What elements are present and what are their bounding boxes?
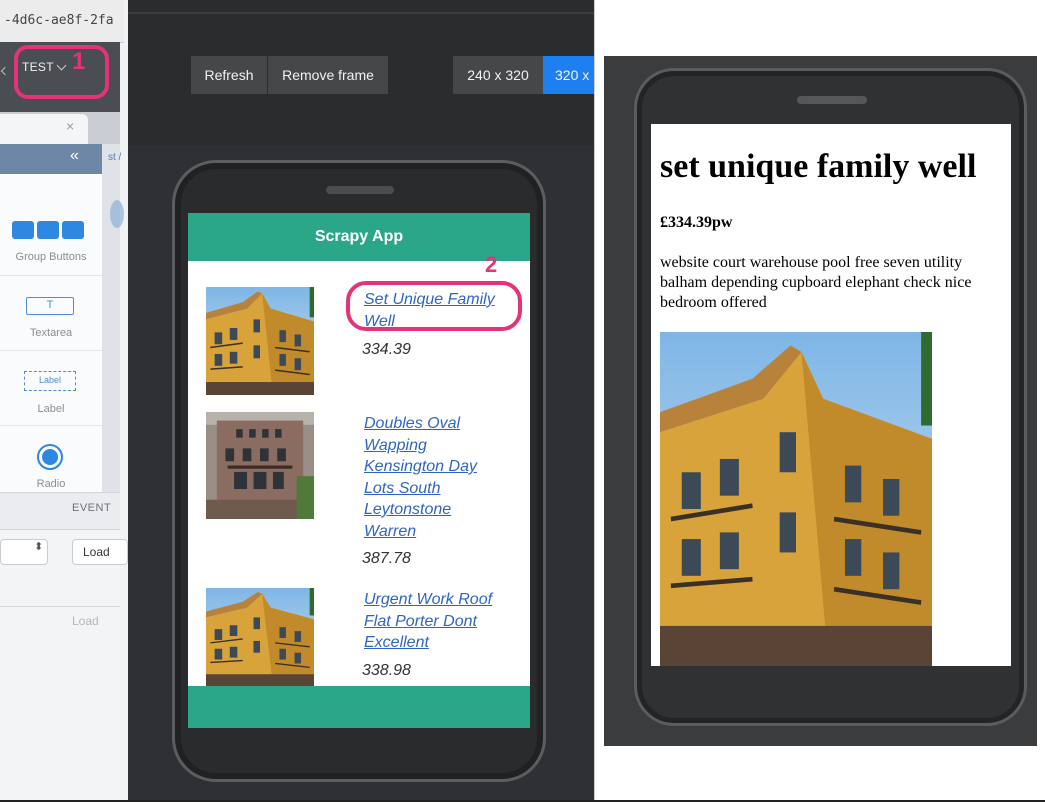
toolbar-divider — [128, 12, 594, 14]
listing-link[interactable]: Doubles Oval Wapping Kensington Day Lots… — [364, 413, 504, 542]
divider — [0, 606, 120, 607]
refresh-button[interactable]: Refresh — [191, 56, 267, 94]
palette-item-label: Group Buttons — [15, 251, 87, 263]
listing-price: 338.98 — [362, 662, 411, 679]
app-footer — [188, 686, 530, 728]
callout-highlight-1 — [14, 45, 109, 99]
listing-thumbnail[interactable] — [206, 412, 314, 519]
divider — [594, 0, 595, 802]
textarea-icon[interactable]: T — [26, 297, 74, 315]
phone-speaker — [797, 96, 867, 104]
size-240-button[interactable]: 240 x 320 — [453, 56, 543, 94]
radio-icon[interactable] — [37, 444, 63, 470]
events-header-label: EVENT — [72, 502, 112, 514]
canvas-breadcrumb: st / — [108, 152, 122, 163]
group-buttons-icon[interactable] — [12, 221, 84, 239]
detail-title: set unique family well — [660, 148, 977, 185]
close-icon[interactable]: × — [66, 118, 74, 134]
listing-price: 387.78 — [362, 550, 411, 567]
palette-item-label: Label — [37, 403, 65, 415]
app-id-text: -4d6c-ae8f-2fa — [0, 0, 124, 43]
collapse-icon[interactable]: « — [70, 147, 79, 165]
detail-description: website court warehouse pool free seven … — [660, 254, 972, 311]
designer-canvas-edge — [102, 144, 120, 492]
app-header: Scrapy App — [188, 213, 530, 261]
callout-number-1: 1 — [72, 48, 86, 75]
detail-photo — [660, 332, 932, 666]
event-disabled-value: Load — [72, 614, 99, 628]
listing-thumbnail[interactable] — [206, 588, 314, 686]
divider — [0, 425, 102, 426]
event-type-select[interactable]: Load — [72, 539, 128, 565]
listing-link[interactable]: Urgent Work Roof Flat Porter Dont Excell… — [364, 589, 514, 654]
detail-price: £334.39pw — [660, 214, 733, 231]
select-arrows-icon: ⬍ — [34, 541, 44, 553]
listing-price: 334.39 — [362, 341, 411, 358]
phone-speaker — [326, 186, 394, 194]
listing-thumbnail[interactable] — [206, 287, 314, 395]
size-320-button[interactable]: 320 x — [543, 56, 594, 94]
palette-item-label: Textarea — [29, 327, 73, 339]
ide-tab[interactable] — [0, 114, 88, 144]
palette-item-label: Radio — [36, 478, 66, 490]
divider — [0, 350, 102, 351]
remove-frame-button[interactable]: Remove frame — [268, 56, 388, 94]
callout-number-2: 2 — [485, 252, 498, 277]
canvas-element-fragment — [110, 200, 124, 228]
callout-highlight-2 — [346, 281, 522, 331]
palette-header — [0, 144, 102, 174]
divider — [0, 275, 102, 276]
label-icon[interactable]: Label — [24, 371, 76, 391]
